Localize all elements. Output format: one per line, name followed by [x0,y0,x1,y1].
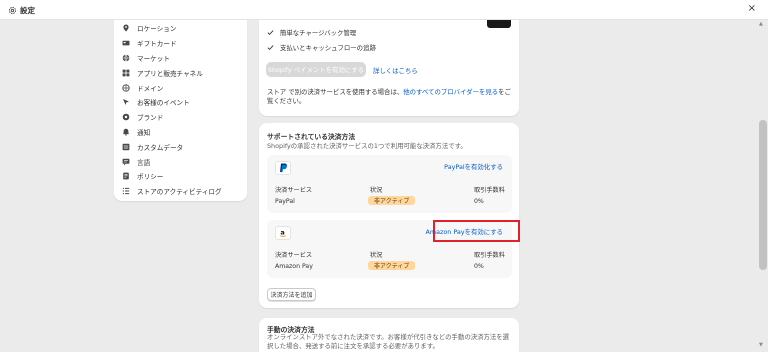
gift-card-icon [122,40,130,46]
other-providers-text: ストア で別の決済サービスを使用する場合は、他のすべてのプロバイダーを見るをご覧… [267,88,511,105]
location-pin-icon [123,24,129,32]
sidebar-item-gift-cards[interactable]: ギフトカード [114,36,247,51]
column-header-fee: 取引手数料 [474,187,505,194]
add-payment-method-button[interactable]: 決済方法を追加 [267,288,316,301]
domain-globe-icon [122,83,130,92]
amazon-logo-icon: a [275,226,291,240]
supported-methods-card: サポートされている決済方法 Shopifyの承認された決済サービスの1つで利用可… [259,123,520,308]
scrollbar-thumb[interactable] [759,120,767,270]
checkmark-icon [267,45,274,51]
custom-data-icon [122,143,130,150]
provider-card-paypal: PayPalを有効化する 決済サービス 状況 取引手数料 PayPal 非アクテ… [267,155,512,213]
sidebar-item-domains[interactable]: ドメイン [114,80,247,95]
gear-icon [8,6,17,15]
sidebar-item-apps[interactable]: アプリと販売チャネル [114,65,247,80]
settings-sidebar: ロケーション ギフトカード マーケット アプリと販売チャネル ドメイン お客様の… [114,20,247,201]
provider-card-amazon-pay: a Amazon Payを有効にする 決済サービス 状況 取引手数料 Amazo… [267,220,520,278]
section-subtitle: Shopifyの承認された決済サービスの1つで利用可能な決済方法です。 [267,142,467,150]
shopify-payments-card: 簡単なチャージバック管理 支払いとキャッシュフローの追跡 Shopify ペイメ… [259,20,519,116]
shopify-payments-badge [487,20,511,28]
sidebar-item-label: ギフトカード [137,40,177,49]
provider-name: Amazon Pay [275,263,313,270]
sidebar-item-label: ポリシー [137,173,164,182]
sidebar-item-label: 言語 [137,158,151,167]
sidebar-item-notifications[interactable]: 通知 [114,125,247,140]
column-header-status: 状況 [370,252,383,259]
sidebar-item-label: 通知 [137,128,151,137]
column-header-service: 決済サービス [275,187,313,194]
sidebar-item-languages[interactable]: 言語 [114,154,247,169]
sidebar-item-label: ストアのアクティビティログ [137,188,222,197]
sidebar-item-label: アプリと販売チャネル [137,69,203,78]
enable-paypal-link[interactable]: PayPalを有効化する [444,162,503,171]
sidebar-item-custom-data[interactable]: カスタムデータ [114,139,247,154]
view-all-providers-link[interactable]: 他のすべてのプロバイダーを見る [403,88,498,96]
manual-methods-card: 手動の決済方法 オンラインストア外でなされた決済です。お客様が代引きなどの手動の… [259,318,519,352]
status-badge: 非アクティブ [368,196,416,205]
sidebar-item-customer-events[interactable]: お客様のイベント [114,95,247,110]
sidebar-item-label: ドメイン [137,84,164,93]
sidebar-item-policies[interactable]: ポリシー [114,169,247,184]
globe-icon [122,54,130,62]
brand-icon [122,113,130,121]
paypal-logo-icon [275,161,291,175]
section-description: オンラインストア外でなされた決済です。お客様が代引きなどの手動の決済方法を選択し… [267,333,510,350]
sidebar-item-brand[interactable]: ブランド [114,110,247,125]
scroll-up-icon[interactable]: ▲ [759,21,763,27]
column-header-service: 決済サービス [275,252,313,259]
sidebar-item-locations[interactable]: ロケーション [114,21,247,36]
checkmark-icon [267,30,274,36]
feature-item: 支払いとキャッシュフローの追跡 [267,43,376,52]
column-header-status: 状況 [370,187,383,194]
page-title: 設定 [20,6,35,15]
column-header-fee: 取引手数料 [474,252,505,259]
policy-icon [123,172,129,180]
fee-value: 0% [474,198,484,205]
fee-value: 0% [474,263,484,270]
sidebar-item-label: カスタムデータ [137,143,184,152]
status-badge: 非アクティブ [368,261,416,270]
enable-amazon-pay-link[interactable]: Amazon Payを有効にする [425,227,503,236]
activity-log-icon [122,188,130,195]
language-icon [122,158,130,165]
close-icon[interactable]: × [748,4,756,14]
svg-text:a: a [280,229,284,237]
learn-more-link[interactable]: 詳しくはこちら [373,66,418,75]
bell-icon [122,128,130,136]
scroll-down-icon[interactable]: ▼ [759,342,763,348]
sidebar-item-activity-log[interactable]: ストアのアクティビティログ [114,184,247,199]
sidebar-item-markets[interactable]: マーケット [114,51,247,66]
apps-icon [122,69,130,77]
settings-header: 設定 × [0,0,768,20]
sidebar-item-label: ブランド [137,114,164,123]
sidebar-item-label: お客様のイベント [137,99,190,108]
section-title: サポートされている決済方法 [267,133,356,141]
provider-name: PayPal [275,198,295,205]
sidebar-item-label: マーケット [137,54,170,63]
activate-shopify-payments-button[interactable]: Shopify ペイメントを有効にする [266,62,366,77]
customer-events-icon [123,99,129,106]
sidebar-item-label: ロケーション [137,25,177,34]
feature-item: 簡単なチャージバック管理 [267,28,356,37]
